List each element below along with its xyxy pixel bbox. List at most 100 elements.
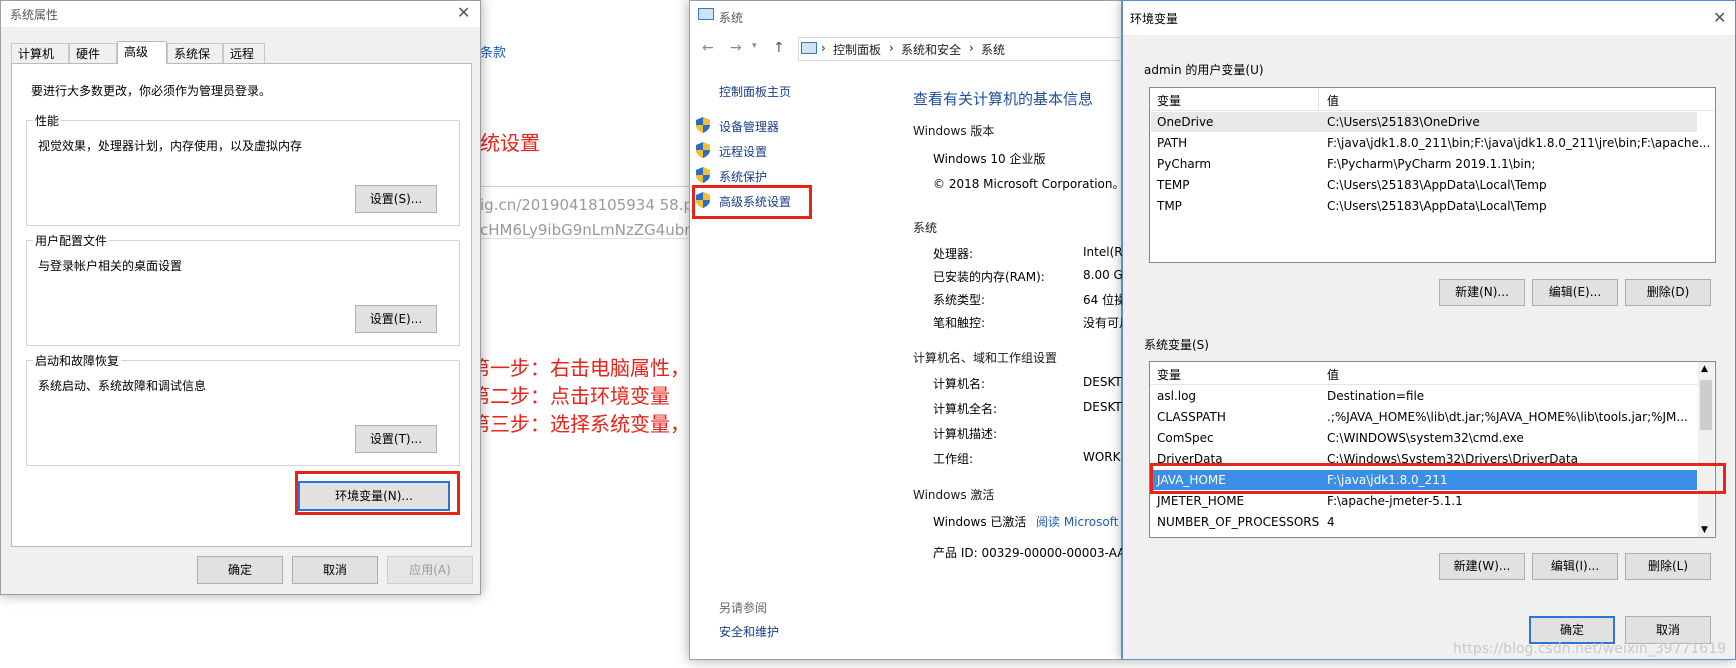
close-icon[interactable]: ✕ xyxy=(457,3,470,22)
activation-section-label: Windows 激活 xyxy=(913,488,995,502)
performance-settings-button[interactable]: 设置(S)... xyxy=(355,185,437,213)
breadcrumb-system[interactable]: 系统 xyxy=(981,41,1005,58)
system-edit-button[interactable]: 编辑(I)... xyxy=(1532,553,1618,580)
tab-advanced[interactable]: 高级 xyxy=(117,41,167,64)
system-delete-button[interactable]: 删除(L) xyxy=(1625,553,1711,580)
list-item[interactable]: asl.log Destination=file xyxy=(1151,386,1697,406)
user-variables-header: 变量 值 xyxy=(1150,88,1715,111)
tab-remote[interactable]: 远程 xyxy=(223,43,265,63)
computer-name-value: DESKT xyxy=(1083,375,1122,389)
user-edit-button[interactable]: 编辑(E)... xyxy=(1532,279,1618,306)
breadcrumb-system-security[interactable]: 系统和安全 xyxy=(901,41,961,58)
background-red-heading: 统设置 xyxy=(480,131,540,155)
scroll-thumb[interactable] xyxy=(1700,380,1712,430)
column-divider xyxy=(1318,88,1319,110)
pen-touch-label: 笔和触控: xyxy=(933,316,986,330)
product-id: 产品 ID: 00329-00000-00003-AA2 xyxy=(933,546,1134,560)
security-maintenance-link[interactable]: 安全和维护 xyxy=(719,623,779,640)
startup-recovery-settings-button[interactable]: 设置(T)... xyxy=(355,425,437,453)
system-variables-scrollbar[interactable]: ▲ ▼ xyxy=(1698,362,1714,537)
env-cancel-button[interactable]: 取消 xyxy=(1625,616,1711,644)
user-profile-settings-button[interactable]: 设置(E)... xyxy=(355,305,437,333)
ram-value: 8.00 G xyxy=(1083,268,1123,282)
apply-button[interactable]: 应用(A) xyxy=(387,556,473,584)
list-item[interactable]: TEMP C:\Users\25183\AppData\Local\Temp xyxy=(1151,175,1697,195)
column-header-variable[interactable]: 变量 xyxy=(1157,92,1181,109)
page-title: 查看有关计算机的基本信息 xyxy=(913,90,1094,108)
navigation-bar: ← → ▾ ↑ › 控制面板 › 系统和安全 › 系统 xyxy=(690,33,1130,63)
list-item[interactable]: TMP C:\Users\25183\AppData\Local\Temp xyxy=(1151,196,1697,216)
user-profile-group-label: 用户配置文件 xyxy=(33,232,110,249)
user-delete-button[interactable]: 删除(D) xyxy=(1625,279,1711,306)
system-type-value: 64 位操 xyxy=(1083,293,1127,307)
sidebar-item-remote-settings[interactable]: 远程设置 xyxy=(719,143,767,160)
list-item[interactable]: ComSpec C:\WINDOWS\system32\cmd.exe xyxy=(1151,428,1697,448)
workgroup-label: 工作组: xyxy=(933,452,974,466)
edition-value: Windows 10 企业版 xyxy=(933,152,1046,166)
list-item[interactable]: CLASSPATH .;%JAVA_HOME%\lib\dt.jar;%JAVA_… xyxy=(1151,407,1697,427)
startup-recovery-group: 启动和故障恢复 系统启动、系统故障和调试信息 设置(T)... xyxy=(26,352,460,466)
advanced-settings-highlight xyxy=(692,185,812,219)
see-also-label: 另请参阅 xyxy=(719,601,768,615)
breadcrumb-separator: › xyxy=(969,41,974,55)
user-new-button[interactable]: 新建(N)... xyxy=(1439,279,1525,306)
address-bar[interactable]: › 控制面板 › 系统和安全 › 系统 xyxy=(798,37,1130,61)
copyright-value: © 2018 Microsoft Corporation。 xyxy=(933,177,1125,191)
system-type-label: 系统类型: xyxy=(933,293,986,307)
column-header-variable[interactable]: 变量 xyxy=(1157,366,1181,383)
computer-icon xyxy=(698,8,714,20)
forward-arrow-icon[interactable]: → xyxy=(730,40,742,56)
tab-hardware[interactable]: 硬件 xyxy=(69,43,117,63)
column-header-value[interactable]: 值 xyxy=(1327,92,1339,109)
background-link[interactable]: 条款 xyxy=(480,42,506,61)
up-arrow-icon[interactable]: ↑ xyxy=(773,40,785,56)
scroll-up-icon[interactable]: ▲ xyxy=(1701,364,1708,374)
computer-name-section-label: 计算机名、域和工作组设置 xyxy=(913,351,1058,365)
performance-desc: 视觉效果，处理器计划，内存使用，以及虚拟内存 xyxy=(38,139,303,153)
breadcrumb-control-panel[interactable]: 控制面板 xyxy=(833,41,881,58)
list-item[interactable]: NUMBER_OF_PROCESSORS 4 xyxy=(1151,512,1697,532)
sidebar-item-device-manager[interactable]: 设备管理器 xyxy=(719,118,779,135)
step-2-annotation: 第二步：点击环境变量 xyxy=(470,384,670,408)
list-item[interactable]: PyCharm F:\Pycharm\PyCharm 2019.1.1\bin; xyxy=(1151,154,1697,174)
system-properties-window: 系统属性 ✕ 计算机名 硬件 高级 系统保护 远程 要进行大多数更改，你必须作为… xyxy=(0,0,481,595)
env-titlebar: 环境变量 ✕ xyxy=(1123,1,1735,35)
env-button-highlight xyxy=(295,471,460,515)
shield-icon xyxy=(696,142,710,158)
breadcrumb-separator: › xyxy=(889,41,894,55)
background-url-line-1: ig.cn/20190418105934 58.png xyxy=(480,196,713,214)
control-panel-home-link[interactable]: 控制面板主页 xyxy=(719,83,791,100)
sidebar-item-system-protection[interactable]: 系统保护 xyxy=(719,168,767,185)
activation-status: Windows 已激活 xyxy=(933,515,1027,529)
computer-description-label: 计算机描述: xyxy=(933,427,998,441)
performance-group: 性能 视觉效果，处理器计划，内存使用，以及虚拟内存 设置(S)... xyxy=(26,112,460,226)
user-variables-list[interactable]: 变量 值 OneDrive C:\Users\25183\OneDrive PAT… xyxy=(1149,87,1716,263)
environment-variables-window: 环境变量 ✕ admin 的用户变量(U) 变量 值 OneDrive C:\Us… xyxy=(1122,0,1736,660)
column-header-value[interactable]: 值 xyxy=(1327,366,1339,383)
system-window: 系统 ← → ▾ ↑ › 控制面板 › 系统和安全 › 系统 控制面板主页 设备… xyxy=(689,0,1133,660)
close-icon[interactable]: ✕ xyxy=(1713,8,1726,27)
list-item[interactable]: OneDrive C:\Users\25183\OneDrive xyxy=(1151,112,1697,132)
background-divider xyxy=(480,186,689,187)
system-variables-list[interactable]: 变量 值 asl.log Destination=file CLASSPATH.;… xyxy=(1149,361,1716,538)
system-properties-titlebar: 系统属性 ✕ xyxy=(1,1,480,27)
system-variables-label: 系统变量(S) xyxy=(1144,338,1209,352)
tab-computer-name[interactable]: 计算机名 xyxy=(11,43,69,81)
tab-system-protection[interactable]: 系统保护 xyxy=(167,43,223,81)
system-new-button[interactable]: 新建(W)... xyxy=(1439,553,1525,580)
full-computer-name-label: 计算机全名: xyxy=(933,402,998,416)
system-window-title: 系统 xyxy=(719,11,744,25)
ok-button[interactable]: 确定 xyxy=(197,556,283,584)
processor-label: 处理器: xyxy=(933,247,974,261)
env-ok-button[interactable]: 确定 xyxy=(1529,616,1615,644)
list-item[interactable]: PATH F:\java\jdk1.8.0_211\bin;F:\java\jdk… xyxy=(1151,133,1710,153)
cancel-button[interactable]: 取消 xyxy=(292,556,378,584)
chevron-down-icon[interactable]: ▾ xyxy=(752,41,757,51)
activation-link[interactable]: 阅读 Microsoft xyxy=(1036,513,1118,530)
list-item[interactable]: JMETER_HOME F:\apache-jmeter-5.1.1 xyxy=(1151,491,1697,511)
startup-recovery-desc: 系统启动、系统故障和调试信息 xyxy=(38,379,207,393)
scroll-down-icon[interactable]: ▼ xyxy=(1701,525,1708,535)
background-divider-2 xyxy=(480,238,689,239)
shield-icon xyxy=(696,117,710,133)
back-arrow-icon[interactable]: ← xyxy=(702,40,714,56)
